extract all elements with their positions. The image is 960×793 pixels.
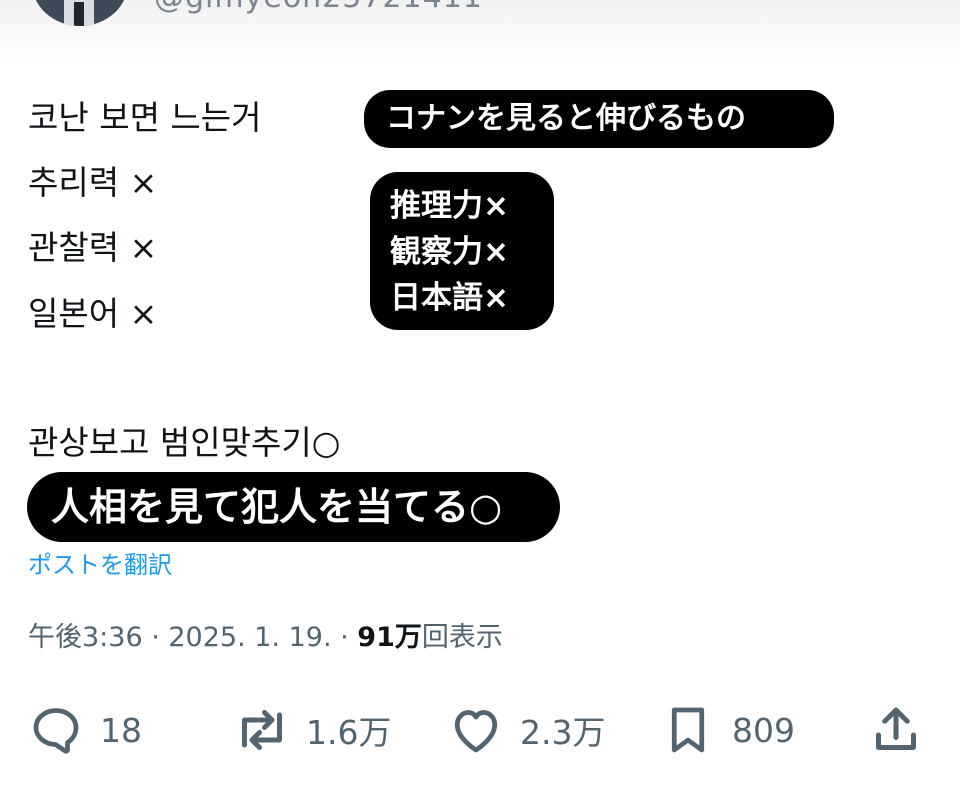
heart-icon [454,710,498,753]
caption-list-pill: 推理力× 観察力× 日本語× [370,172,554,330]
tweet-text-line-4: 일본어 × [28,294,158,333]
post-meta: 午後3:36 · 2025. 1. 19. · 91万回表示 [28,620,503,656]
like-button[interactable]: 2.3万 [446,700,605,760]
reply-count: 18 [100,710,142,750]
reply-button[interactable]: 18 [26,700,142,760]
bookmark-button[interactable]: 809 [658,700,795,760]
caption-list-item: 観察力× [390,234,509,270]
tweet-text-line-3: 관찰력 × [28,228,158,267]
like-count: 2.3万 [520,713,606,752]
bookmark-count: 809 [732,710,795,750]
tweet-text-line-5: 관상보고 범인맞추기○ [28,423,341,462]
post-timestamp[interactable]: 午後3:36 · 2025. 1. 19. · [28,622,357,653]
repost-count: 1.6万 [306,713,392,752]
view-label: 回表示 [421,622,503,653]
share-button[interactable] [866,700,926,760]
user-handle[interactable]: @gimyeon25721411 [154,0,483,15]
share-upload-icon [876,707,916,750]
tweet-text-line-1: 코난 보면 느는거 [28,98,262,137]
repost-button[interactable]: 1.6万 [232,700,391,760]
reply-bubble-icon [33,708,79,754]
tweet-text-line-2: 추리력 × [28,163,158,202]
caption-punchline-pill: 人相を見て犯人を当てる○ [27,472,560,542]
repost-icon [242,710,282,750]
caption-title-pill: コナンを見ると伸びるもの [364,90,834,148]
translate-post-link[interactable]: ポストを翻訳 [28,548,172,582]
bookmark-icon [671,707,705,753]
caption-list-item: 推理力× [390,188,509,224]
avatar-tie [74,2,84,26]
view-count: 91万 [357,622,422,653]
caption-list-item: 日本語× [390,280,509,316]
